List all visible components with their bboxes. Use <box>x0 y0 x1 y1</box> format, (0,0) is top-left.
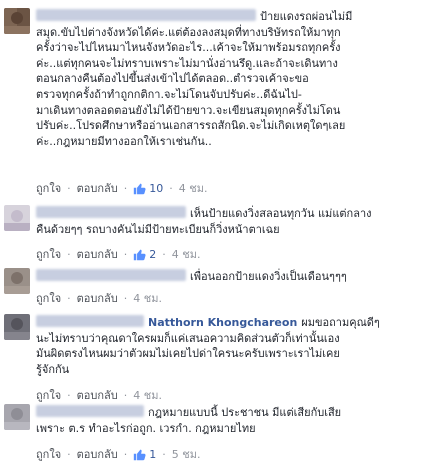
avatar[interactable] <box>4 8 30 34</box>
separator: · <box>169 181 173 195</box>
comment-actions: ถูกใจ · ตอบกลับ · 4 ชม. <box>36 289 162 307</box>
comment-text-line: นะไม่ทราบว่าคุณดาใครผมก็แค่เสนอความคิดส่… <box>36 331 340 345</box>
avatar[interactable] <box>4 268 30 294</box>
separator: · <box>67 247 71 261</box>
comment-text-line: ตรวจทุกครั้งถ้าทำถูกกติกา.จะไม่โดนจับปรั… <box>36 87 302 101</box>
comment-text-line: ค่ะ..แต่ทุกคนจะไม่ทราบเพราะไม่มานั่งอ่าน… <box>36 56 338 70</box>
comment-text-line: เพราะ ต.ร ทำอะไรก่อถูก. เวรกำ. กฎหมายไทย <box>36 421 256 435</box>
thumbs-up-icon <box>134 249 146 260</box>
like-link[interactable]: ถูกใจ <box>36 386 61 404</box>
separator: · <box>123 388 128 402</box>
separator: · <box>67 447 71 461</box>
comment-text-line: ผมขอถามคุณดีๆ <box>301 316 380 329</box>
comment-text-line: ครั้งว่าจะไปไหนมาไหนจังหวัดอะไร...เค้าจะ… <box>36 41 341 55</box>
avatar[interactable] <box>4 205 30 231</box>
blurred-author-name[interactable] <box>36 206 186 218</box>
avatar[interactable] <box>4 314 30 340</box>
thumbs-up-icon <box>134 449 146 460</box>
separator: · <box>67 388 71 402</box>
like-count-value: 1 <box>149 447 157 461</box>
comment-actions: ถูกใจ · ตอบกลับ · 1 · 5 ชม. <box>36 445 200 463</box>
like-count[interactable]: 1 <box>133 448 156 461</box>
separator: · <box>162 247 166 261</box>
comment-text-line: รู้จักกัน <box>36 362 70 376</box>
blurred-author-name[interactable] <box>36 9 256 21</box>
timestamp[interactable]: 4 ชม. <box>172 245 201 263</box>
reply-link[interactable]: ตอบกลับ <box>77 289 118 307</box>
reply-link[interactable]: ตอบกลับ <box>77 179 118 197</box>
separator: · <box>123 447 128 461</box>
comment-text-line: คืนด้วยๆๆ รถบางคันไม่มีป้ายทะเบียนก็วิ่ง… <box>36 222 280 236</box>
comment-text-line: สมุด.ขับไปต่างจังหวัดได้ค่ะ.แต่ต้องลงสมุ… <box>36 25 341 39</box>
comment-text-line: มันผิดตรงไหนผมว่าตัวผมไม่เคยไปด่าใครนะคร… <box>36 347 340 361</box>
like-count[interactable]: 2 <box>133 248 156 261</box>
thumbs-up-icon <box>134 183 146 194</box>
comment-text-line: ปรับค่ะ..โปรดศึกษาหรืออ่านเอกสารรถสักนิด… <box>36 119 346 133</box>
author-name[interactable]: Natthorn Khongchareon <box>148 316 297 329</box>
comment-body: เพื่อนออกป้ายแดงวิ่งเป็นเดือนๆๆๆ <box>36 269 436 285</box>
timestamp[interactable]: 4 ชม. <box>179 179 208 197</box>
separator: · <box>162 447 166 461</box>
separator: · <box>123 291 128 305</box>
timestamp[interactable]: 4 ชม. <box>133 289 162 307</box>
like-count[interactable]: 10 <box>133 182 163 195</box>
comment-actions: ถูกใจ · ตอบกลับ · 10 · 4 ชม. <box>36 179 207 197</box>
avatar[interactable] <box>4 404 30 430</box>
like-link[interactable]: ถูกใจ <box>36 245 61 263</box>
reply-link[interactable]: ตอบกลับ <box>77 386 118 404</box>
like-count-value: 10 <box>149 181 164 195</box>
like-count-value: 2 <box>149 247 157 261</box>
comment-body: ป้ายแดงรถผ่อนไม่มี สมุด.ขับไปต่างจังหวัด… <box>36 9 436 149</box>
reply-link[interactable]: ตอบกลับ <box>77 445 118 463</box>
reply-link[interactable]: ตอบกลับ <box>77 245 118 263</box>
comment-body: กฎหมายแบบนี้ ประชาชน มีแต่เสียกับเสีย เพ… <box>36 405 436 436</box>
separator: · <box>123 247 128 261</box>
like-link[interactable]: ถูกใจ <box>36 445 61 463</box>
comment-actions: ถูกใจ · ตอบกลับ · 4 ชม. <box>36 386 162 404</box>
blurred-author-name[interactable] <box>36 405 144 417</box>
comment-text-line: กฎหมายแบบนี้ ประชาชน มีแต่เสียกับเสีย <box>148 406 342 419</box>
comment-text-line: ค่ะ..กฎหมายมีทางออกให้เราเช่นกัน.. <box>36 134 212 148</box>
comment-text-line: ตอนกลางคืนต้องไปขึ้นส่งเข้าไปได้ตลอด..ตำ… <box>36 72 309 86</box>
blurred-author-name[interactable] <box>36 269 186 281</box>
comment-text-line: ป้ายแดงรถผ่อนไม่มี <box>260 10 353 23</box>
timestamp[interactable]: 5 ชม. <box>172 445 201 463</box>
comment-text-line: เห็นป้ายแดงวิ่งสลอนทุกวัน แม่แต่กลาง <box>190 207 372 220</box>
separator: · <box>67 181 71 195</box>
separator: · <box>123 181 128 195</box>
like-link[interactable]: ถูกใจ <box>36 289 61 307</box>
comment-text-line: มาเดินทางตลอดตอนยังไม่ได้ป้ายขาว.จะเขียน… <box>36 103 341 117</box>
comment-text-line: เพื่อนออกป้ายแดงวิ่งเป็นเดือนๆๆๆ <box>190 270 347 283</box>
separator: · <box>67 291 71 305</box>
timestamp[interactable]: 4 ชม. <box>133 386 162 404</box>
comment-body: Natthorn Khongchareon ผมขอถามคุณดีๆ นะไม่… <box>36 315 436 377</box>
comment-body: เห็นป้ายแดงวิ่งสลอนทุกวัน แม่แต่กลาง คืน… <box>36 206 436 237</box>
comment-actions: ถูกใจ · ตอบกลับ · 2 · 4 ชม. <box>36 245 200 263</box>
blurred-author-name[interactable] <box>36 315 144 327</box>
like-link[interactable]: ถูกใจ <box>36 179 61 197</box>
